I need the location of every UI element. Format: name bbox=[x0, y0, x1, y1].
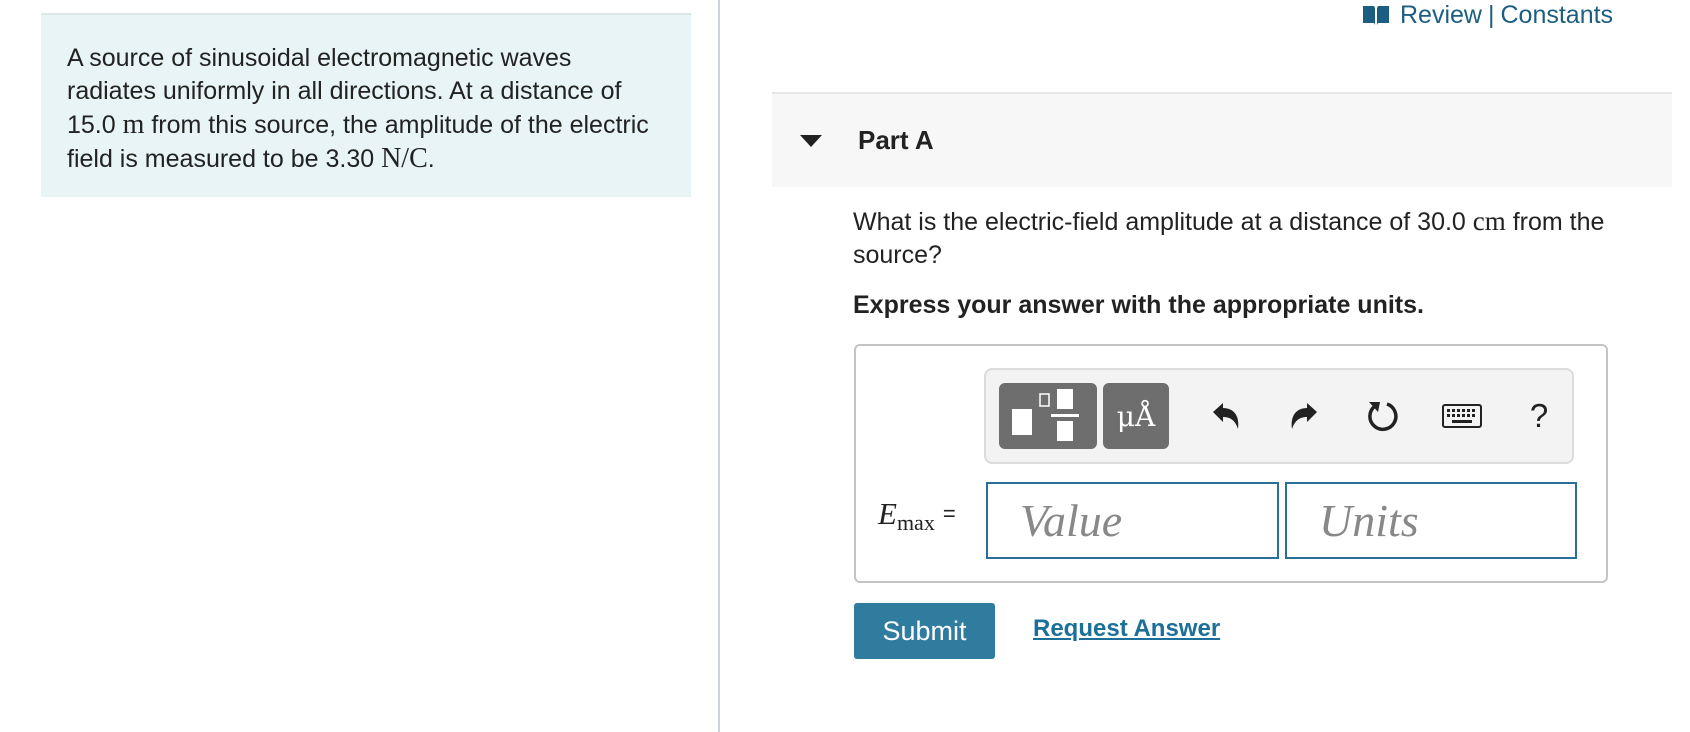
constants-link[interactable]: Constants bbox=[1500, 1, 1613, 30]
answer-box: μÅ ? Emax = Value Units bbox=[854, 344, 1608, 583]
templates-button[interactable] bbox=[999, 383, 1097, 449]
math-toolbar: μÅ ? bbox=[984, 368, 1574, 464]
part-title: Part A bbox=[858, 125, 934, 155]
submit-button[interactable]: Submit bbox=[854, 603, 995, 659]
page: A source of sinusoidal electromagnetic w… bbox=[0, 0, 1690, 732]
link-separator: | bbox=[1487, 0, 1495, 29]
undo-icon[interactable] bbox=[1203, 390, 1249, 442]
help-button[interactable]: ? bbox=[1516, 390, 1562, 442]
problem-text-3: . bbox=[427, 145, 435, 173]
unit-centimeters: cm bbox=[1472, 206, 1506, 236]
keyboard-icon[interactable] bbox=[1439, 390, 1485, 442]
value-input[interactable]: Value bbox=[986, 482, 1279, 559]
units-input[interactable]: Units bbox=[1285, 482, 1577, 559]
problem-statement: A source of sinusoidal electromagnetic w… bbox=[41, 13, 691, 197]
part-a-header[interactable]: Part A bbox=[772, 92, 1672, 187]
question-text-1: What is the electric-field amplitude at … bbox=[853, 208, 1473, 236]
request-answer-link[interactable]: Request Answer bbox=[1033, 615, 1220, 643]
variable-e: E bbox=[878, 496, 897, 531]
equals-sign: = bbox=[942, 501, 956, 526]
emax-label: Emax = bbox=[878, 496, 956, 536]
problem-text-2: from this source, the amplitude of the e… bbox=[67, 111, 649, 173]
book-icon bbox=[1363, 6, 1389, 25]
collapse-caret-icon[interactable] bbox=[800, 134, 822, 147]
templates-icon bbox=[1012, 389, 1079, 441]
question-text: What is the electric-field amplitude at … bbox=[853, 205, 1668, 272]
units-button[interactable]: μÅ bbox=[1103, 383, 1169, 449]
redo-icon[interactable] bbox=[1281, 390, 1327, 442]
unit-newton-per-coulomb: N/C bbox=[381, 143, 428, 174]
answer-instruction: Express your answer with the appropriate… bbox=[853, 291, 1424, 319]
reset-icon[interactable] bbox=[1360, 390, 1406, 442]
review-constants-links: Review | Constants bbox=[1362, 0, 1613, 30]
review-link[interactable]: Review bbox=[1400, 1, 1482, 30]
variable-subscript: max bbox=[896, 510, 935, 535]
column-divider bbox=[718, 0, 720, 732]
unit-meters: m bbox=[122, 109, 145, 140]
